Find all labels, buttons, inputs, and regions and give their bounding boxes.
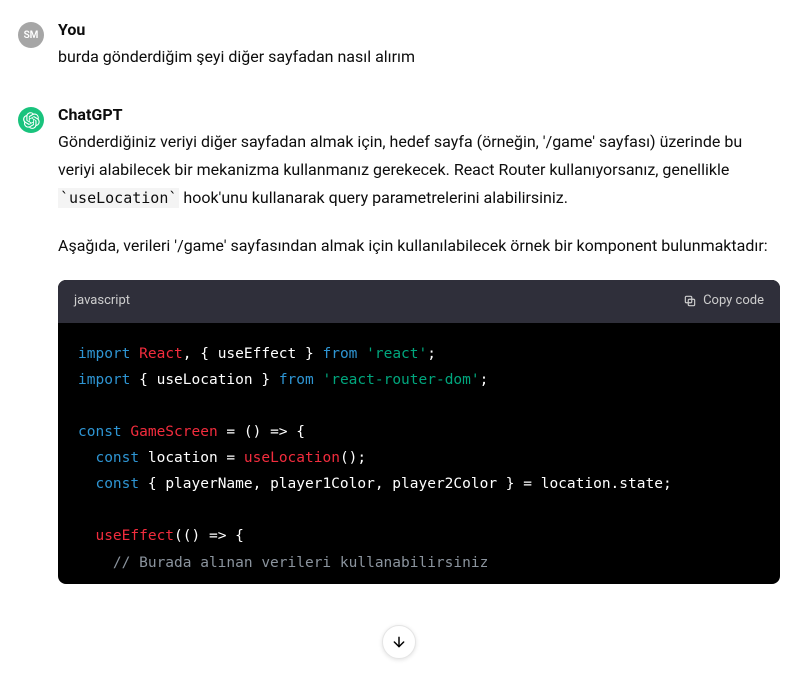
user-message: SM You burda gönderdiğim şeyi diğer sayf… <box>18 20 780 71</box>
tok: React <box>139 346 183 362</box>
tok: 'react' <box>366 346 427 362</box>
assistant-message-body: ChatGPT Gönderdiğiniz veriyi diğer sayfa… <box>58 105 780 584</box>
assistant-name: ChatGPT <box>58 105 780 124</box>
p1-post: hook'unu kullanarak query parametrelerin… <box>179 188 568 207</box>
assistant-text: Gönderdiğiniz veriyi diğer sayfadan alma… <box>58 128 780 584</box>
inline-code-uselocation: `useLocation` <box>58 188 179 208</box>
tok: location <box>148 450 218 466</box>
code-language-label: javascript <box>74 290 130 313</box>
scroll-to-bottom-button[interactable] <box>382 625 416 659</box>
user-message-body: You burda gönderdiğim şeyi diğer sayfada… <box>58 20 780 71</box>
tok: useLocation <box>157 372 253 388</box>
assistant-paragraph-2: Aşağıda, verileri '/game' sayfasından al… <box>58 232 780 260</box>
tok: import <box>78 346 130 362</box>
tok: from <box>279 372 314 388</box>
code-header: javascript Copy code <box>58 280 780 323</box>
copy-code-label: Copy code <box>703 290 764 313</box>
assistant-avatar <box>18 107 44 133</box>
assistant-message: ChatGPT Gönderdiğiniz veriyi diğer sayfa… <box>18 105 780 584</box>
tok: location.state <box>541 476 663 492</box>
conversation: SM You burda gönderdiğim şeyi diğer sayf… <box>0 0 798 584</box>
user-text: burda gönderdiğim şeyi diğer sayfadan na… <box>58 43 780 71</box>
tok: useEffect <box>95 528 174 544</box>
tok: // Burada alınan verileri kullanabilirsi… <box>113 555 488 571</box>
tok: from <box>322 346 357 362</box>
tok: import <box>78 372 130 388</box>
tok: useLocation <box>244 450 340 466</box>
tok: const <box>95 476 139 492</box>
code-content[interactable]: import React, { useEffect } from 'react'… <box>58 323 780 584</box>
user-avatar: SM <box>18 22 44 48</box>
p1-pre: Gönderdiğiniz veriyi diğer sayfadan alma… <box>58 132 742 179</box>
tok: GameScreen <box>130 424 217 440</box>
code-block: javascript Copy code import React, { use… <box>58 280 780 584</box>
arrow-down-icon <box>391 634 407 650</box>
user-avatar-initials: SM <box>24 30 39 41</box>
copy-icon <box>683 294 697 308</box>
copy-code-button[interactable]: Copy code <box>683 290 764 313</box>
tok: const <box>78 424 122 440</box>
openai-logo-icon <box>23 112 40 129</box>
tok: 'react-router-dom' <box>322 372 479 388</box>
user-name: You <box>58 20 780 39</box>
tok: (() => { <box>174 528 244 544</box>
tok: { playerName, player1Color, player2Color… <box>148 476 515 492</box>
tok: const <box>95 450 139 466</box>
tok: useEffect <box>218 346 297 362</box>
assistant-paragraph-1: Gönderdiğiniz veriyi diğer sayfadan alma… <box>58 128 780 212</box>
